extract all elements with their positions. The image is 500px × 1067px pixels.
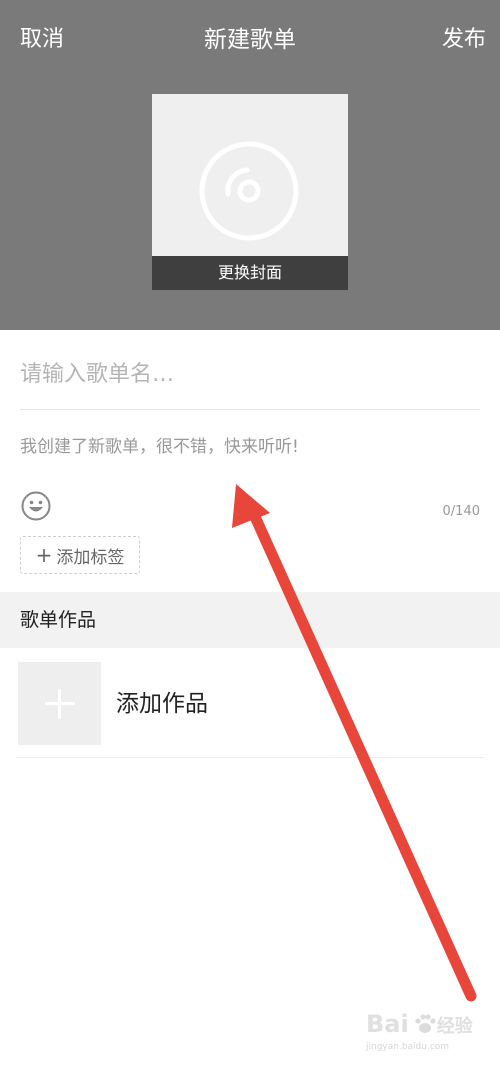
add-thumbnail[interactable] bbox=[18, 662, 101, 745]
header: 取消 新建歌单 发布 更换封面 bbox=[0, 0, 500, 330]
page-title: 新建歌单 bbox=[204, 27, 296, 53]
divider bbox=[16, 757, 484, 758]
playlist-name-input[interactable] bbox=[20, 352, 480, 396]
publish-button[interactable]: 发布 bbox=[442, 22, 486, 58]
watermark-subtext: jingyan.baidu.com bbox=[366, 1042, 450, 1052]
add-tag-button[interactable]: + 添加标签 bbox=[20, 536, 140, 574]
cover-image[interactable]: 更换封面 bbox=[152, 94, 348, 290]
works-section-header: 歌单作品 bbox=[0, 592, 500, 648]
smiley-icon[interactable] bbox=[20, 490, 52, 522]
add-tag-label: 添加标签 bbox=[56, 547, 125, 568]
plus-icon: + bbox=[35, 543, 53, 567]
section-title: 歌单作品 bbox=[20, 609, 97, 631]
paw-icon bbox=[415, 1014, 436, 1033]
change-cover-button[interactable]: 更换封面 bbox=[152, 256, 348, 290]
char-counter: 0/140 bbox=[442, 504, 480, 519]
divider bbox=[20, 409, 480, 410]
watermark-logo: Bai 经验 jingyan.baidu.com bbox=[366, 1009, 486, 1052]
add-works-label: 添加作品 bbox=[116, 691, 208, 717]
playlist-description-input[interactable] bbox=[20, 432, 480, 472]
add-works-item[interactable]: 添加作品 bbox=[16, 660, 484, 756]
watermark-text-2: 经验 bbox=[436, 1016, 473, 1037]
watermark-text: Bai bbox=[366, 1010, 409, 1038]
plus-icon bbox=[45, 689, 75, 719]
